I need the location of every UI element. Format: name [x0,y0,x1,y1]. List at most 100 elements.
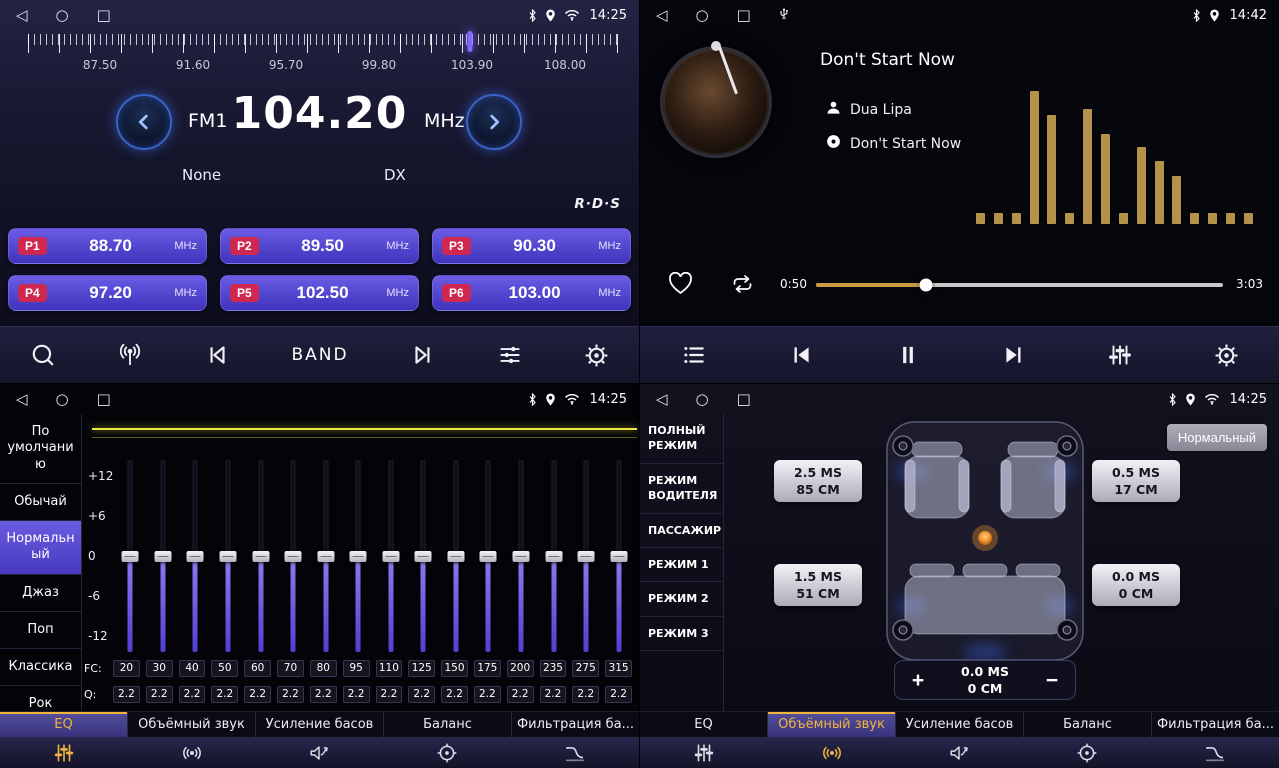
eq-slider-handle[interactable] [285,551,302,562]
filter-icon[interactable] [511,742,639,764]
eq-slider-handle[interactable] [447,551,464,562]
broadcast-icon[interactable] [117,342,143,368]
frequency-scale[interactable]: 87.5091.6095.7099.80103.90108.00 [0,31,639,81]
settings-gear-icon[interactable] [1214,343,1239,368]
surround-sound-icon[interactable] [128,742,256,764]
audio-tab[interactable]: Объёмный звук [128,712,256,737]
home-icon[interactable]: ○ [696,392,709,407]
field-mode-item[interactable]: ПАССАЖИР [640,514,723,548]
eq-faders-icon[interactable] [640,742,768,764]
home-icon[interactable]: ○ [56,392,69,407]
eq-slider-handle[interactable] [122,551,139,562]
preset-button[interactable]: P289.50MHz [220,228,419,264]
front-left-delay-button[interactable]: 2.5 MS 85 CM [774,460,862,502]
pause-icon[interactable] [895,342,921,368]
eq-band-slider[interactable] [537,460,570,652]
next-track-icon[interactable] [1001,342,1027,368]
eq-slider-handle[interactable] [382,551,399,562]
front-right-delay-button[interactable]: 0.5 MS 17 CM [1092,460,1180,502]
preset-button[interactable]: P6103.00MHz [432,275,631,311]
eq-slider-handle[interactable] [480,551,497,562]
recents-icon[interactable]: □ [97,8,111,23]
eq-slider-handle[interactable] [154,551,171,562]
eq-preset-item[interactable]: Классика [0,649,81,686]
field-mode-item[interactable]: РЕЖИМ 2 [640,582,723,616]
eq-preset-item[interactable]: Поп [0,612,81,649]
profile-button[interactable]: Нормальный [1167,424,1267,451]
previous-station-icon[interactable] [204,342,230,368]
preset-button[interactable]: P390.30MHz [432,228,631,264]
audio-tab[interactable]: Усиление басов [256,712,384,737]
audio-tab[interactable]: Фильтрация ба... [1152,712,1279,737]
equalizer-icon[interactable] [497,342,523,368]
field-mode-item[interactable]: ПОЛНЫЙ РЕЖИМ [640,414,723,464]
playlist-icon[interactable] [680,342,708,368]
eq-band-slider[interactable] [277,460,310,652]
eq-slider-handle[interactable] [219,551,236,562]
audio-tab[interactable]: EQ [0,712,128,737]
eq-band-slider[interactable] [505,460,538,652]
eq-band-slider[interactable] [375,460,408,652]
eq-band-slider[interactable] [309,460,342,652]
home-icon[interactable]: ○ [696,8,709,23]
progress-thumb[interactable] [919,279,932,292]
eq-slider-handle[interactable] [415,551,432,562]
favorite-icon[interactable] [668,272,693,299]
eq-slider-handle[interactable] [610,551,627,562]
eq-faders-icon[interactable] [0,742,128,764]
audio-tab[interactable]: Усиление басов [896,712,1024,737]
recents-icon[interactable]: □ [97,392,111,407]
eq-preset-item[interactable]: Джаз [0,575,81,612]
eq-band-slider[interactable] [440,460,473,652]
bass-boost-icon[interactable] [256,742,384,764]
eq-slider-handle[interactable] [317,551,334,562]
eq-preset-item[interactable]: Нормальный [0,521,81,575]
balance-icon[interactable] [1023,742,1151,764]
back-icon[interactable]: ◁ [16,392,28,407]
tune-up-button[interactable] [466,94,522,150]
scan-icon[interactable] [30,342,56,368]
balance-icon[interactable] [383,742,511,764]
repeat-icon[interactable] [730,273,755,299]
audio-tab[interactable]: Баланс [384,712,512,737]
eq-slider-handle[interactable] [578,551,595,562]
progress-bar[interactable] [816,283,1223,287]
filter-icon[interactable] [1151,742,1279,764]
eq-band-slider[interactable] [147,460,180,652]
rear-left-delay-button[interactable]: 1.5 MS 51 CM [774,564,862,606]
next-station-icon[interactable] [410,342,436,368]
audio-tab[interactable]: EQ [640,712,768,737]
rear-right-delay-button[interactable]: 0.0 MS 0 CM [1092,564,1180,606]
back-icon[interactable]: ◁ [656,392,668,407]
eq-band-slider[interactable] [114,460,147,652]
home-icon[interactable]: ○ [56,8,69,23]
eq-band-slider[interactable] [342,460,375,652]
preset-button[interactable]: P188.70MHz [8,228,207,264]
back-icon[interactable]: ◁ [656,8,668,23]
recents-icon[interactable]: □ [737,8,751,23]
surround-sound-icon[interactable] [768,742,896,764]
eq-band-slider[interactable] [602,460,635,652]
eq-slider-handle[interactable] [513,551,530,562]
eq-slider-handle[interactable] [252,551,269,562]
field-mode-item[interactable]: РЕЖИМ ВОДИТЕЛЯ [640,464,723,514]
back-icon[interactable]: ◁ [16,8,28,23]
audio-tab[interactable]: Баланс [1024,712,1152,737]
increase-delay-button[interactable]: + [895,661,941,699]
audio-tab[interactable]: Фильтрация ба... [512,712,639,737]
preset-button[interactable]: P5102.50MHz [220,275,419,311]
previous-track-icon[interactable] [788,342,814,368]
tune-down-button[interactable] [116,94,172,150]
eq-band-slider[interactable] [407,460,440,652]
recents-icon[interactable]: □ [737,392,751,407]
eq-slider-handle[interactable] [350,551,367,562]
band-button[interactable]: BAND [291,345,348,365]
eq-band-slider[interactable] [472,460,505,652]
settings-gear-icon[interactable] [584,343,609,368]
mixer-faders-icon[interactable] [1107,342,1133,368]
audio-tab[interactable]: Объёмный звук [768,712,896,737]
field-mode-item[interactable]: РЕЖИМ 1 [640,548,723,582]
eq-band-slider[interactable] [570,460,603,652]
eq-band-slider[interactable] [244,460,277,652]
eq-band-slider[interactable] [179,460,212,652]
